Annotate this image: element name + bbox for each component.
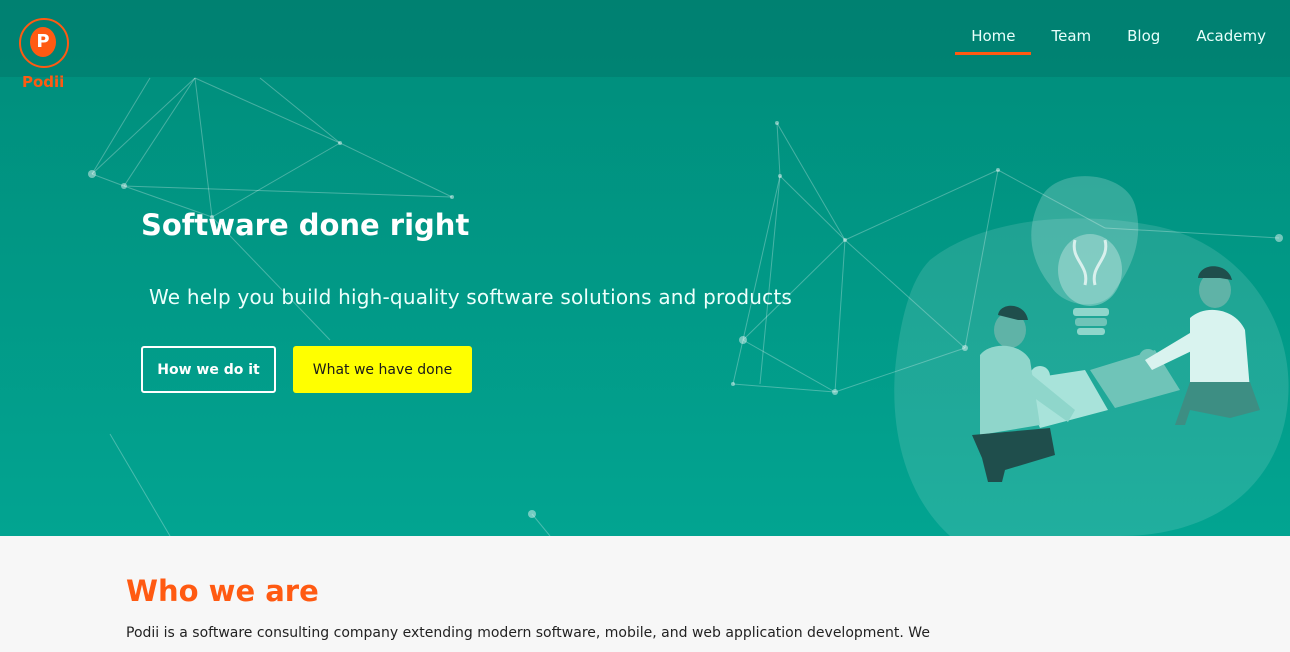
hero-subtitle: We help you build high-quality software … (149, 285, 793, 309)
who-we-are-section: Who we are Podii is a software consultin… (0, 536, 1290, 652)
logo-letter: P (30, 27, 56, 57)
logo-wordmark: Podii (22, 73, 65, 91)
nav-item-home[interactable]: Home (955, 26, 1032, 55)
team-puzzle-illustration (894, 176, 1289, 536)
hero-title: Software done right (141, 208, 470, 242)
podii-logo[interactable]: P Podii (16, 18, 72, 94)
nav-item-team[interactable]: Team (1051, 26, 1091, 46)
main-nav: Home Team Blog Academy (935, 26, 1266, 55)
section-paragraph: Podii is a software consulting company e… (126, 625, 930, 641)
what-we-have-done-button[interactable]: What we have done (293, 346, 472, 393)
section-title: Who we are (126, 574, 319, 608)
top-navbar: P Podii Home Team Blog Academy (0, 0, 1290, 91)
hero-section: P Podii Home Team Blog Academy Software … (0, 0, 1290, 536)
how-we-do-it-button[interactable]: How we do it (141, 346, 276, 393)
nav-item-blog[interactable]: Blog (1127, 26, 1160, 46)
nav-item-academy[interactable]: Academy (1196, 26, 1266, 46)
